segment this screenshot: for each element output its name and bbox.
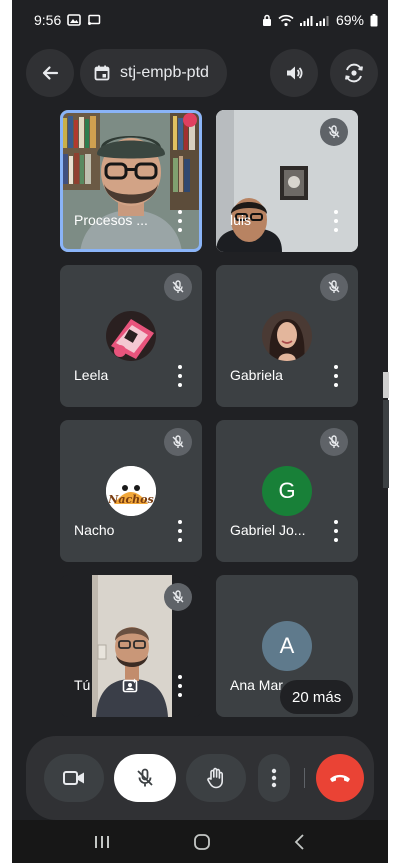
participant-tile[interactable]: Procesos ...: [60, 110, 202, 252]
participant-menu-button[interactable]: [172, 520, 188, 542]
clock: 9:56: [34, 12, 62, 28]
mic-off-icon: [137, 768, 153, 787]
participant-menu-button[interactable]: [328, 365, 344, 387]
camera-flip-icon: [345, 63, 363, 83]
signal-icon: [299, 15, 329, 26]
muted-indicator: [164, 428, 192, 456]
calendar-icon: [94, 65, 110, 81]
raise-hand-button[interactable]: [186, 754, 246, 802]
system-nav-bar: [12, 820, 388, 863]
participant-avatar: Nachos: [106, 466, 156, 516]
edge-panel-handle-track: [383, 400, 389, 488]
divider: [304, 768, 305, 788]
home-icon[interactable]: [193, 833, 211, 851]
participant-name: Ana Mar: [230, 677, 283, 693]
mic-off-icon: [328, 125, 340, 138]
effects-icon[interactable]: [122, 678, 138, 694]
participant-name: Leela: [74, 367, 109, 383]
nacho-logo-text: Nachos: [108, 493, 154, 506]
meet-call-screen: 9:56 69% stj-empb-ptd Procesos ... luis …: [12, 0, 388, 863]
mic-off-icon: [172, 280, 184, 293]
top-bar: stj-empb-ptd: [26, 48, 378, 98]
battery-percent: 69%: [335, 12, 364, 28]
video-camera-icon: [63, 771, 84, 785]
participant-tile[interactable]: Leela: [60, 265, 202, 407]
mic-off-icon: [328, 280, 340, 293]
speaker-icon: [287, 66, 303, 80]
lock-icon: [262, 14, 271, 26]
hang-up-button[interactable]: [316, 754, 364, 802]
more-participants-label: 20 más: [292, 688, 342, 706]
switch-camera-button[interactable]: [330, 49, 378, 97]
mic-off-icon: [328, 435, 340, 448]
muted-indicator: [164, 583, 192, 611]
participant-name: Tú: [74, 677, 91, 693]
status-bar: 9:56 69%: [12, 0, 388, 40]
audio-output-button[interactable]: [270, 49, 318, 97]
mic-off-icon: [172, 435, 184, 448]
participant-avatar: [262, 311, 312, 361]
muted-indicator: [320, 273, 348, 301]
participant-name: Procesos ...: [74, 212, 148, 228]
meeting-code: stj-empb-ptd: [120, 64, 209, 81]
participant-menu-button[interactable]: [172, 210, 188, 232]
wifi-icon: [278, 14, 294, 26]
participant-tile[interactable]: Gabriela: [216, 265, 358, 407]
participant-tile[interactable]: G Gabriel Jo...: [216, 420, 358, 562]
participant-avatar: [106, 311, 156, 361]
participant-menu-button[interactable]: [328, 210, 344, 232]
participant-avatar: A: [262, 621, 312, 671]
participant-name: luis: [230, 212, 252, 228]
meeting-info-button[interactable]: stj-empb-ptd: [80, 49, 227, 97]
muted-indicator: [320, 428, 348, 456]
participant-menu-button[interactable]: [172, 675, 188, 697]
back-icon[interactable]: [293, 833, 307, 851]
more-options-button[interactable]: [258, 754, 290, 802]
muted-indicator: [320, 118, 348, 146]
avatar-initial: G: [278, 478, 296, 503]
recent-apps-icon[interactable]: [93, 834, 111, 850]
self-video: [92, 575, 172, 717]
participant-menu-button[interactable]: [172, 365, 188, 387]
muted-indicator: [164, 273, 192, 301]
camera-toggle-button[interactable]: [44, 754, 104, 802]
battery-icon: [370, 13, 378, 26]
avatar-initial: A: [279, 633, 295, 658]
participant-tile[interactable]: Nachos Nacho: [60, 420, 202, 562]
participant-name: Gabriela: [230, 367, 283, 383]
gallery-icon: [67, 14, 82, 26]
self-tile[interactable]: Tú: [60, 575, 202, 717]
participant-tile[interactable]: luis: [216, 110, 358, 252]
participant-menu-button[interactable]: [328, 520, 344, 542]
mic-off-icon: [172, 590, 184, 603]
hand-icon: [207, 767, 223, 789]
edge-panel-handle[interactable]: [383, 372, 389, 398]
mic-toggle-button[interactable]: [114, 754, 176, 802]
participant-name: Gabriel Jo...: [230, 522, 306, 538]
more-vert-icon: [271, 768, 277, 788]
back-button[interactable]: [26, 49, 74, 97]
participant-avatar: G: [262, 466, 312, 516]
call-controls: [26, 736, 374, 820]
call-end-icon: [330, 774, 350, 782]
cast-icon: [88, 14, 101, 25]
arrow-back-icon: [42, 66, 59, 80]
more-participants-button[interactable]: 20 más: [280, 680, 354, 714]
participant-name: Nacho: [74, 522, 115, 538]
